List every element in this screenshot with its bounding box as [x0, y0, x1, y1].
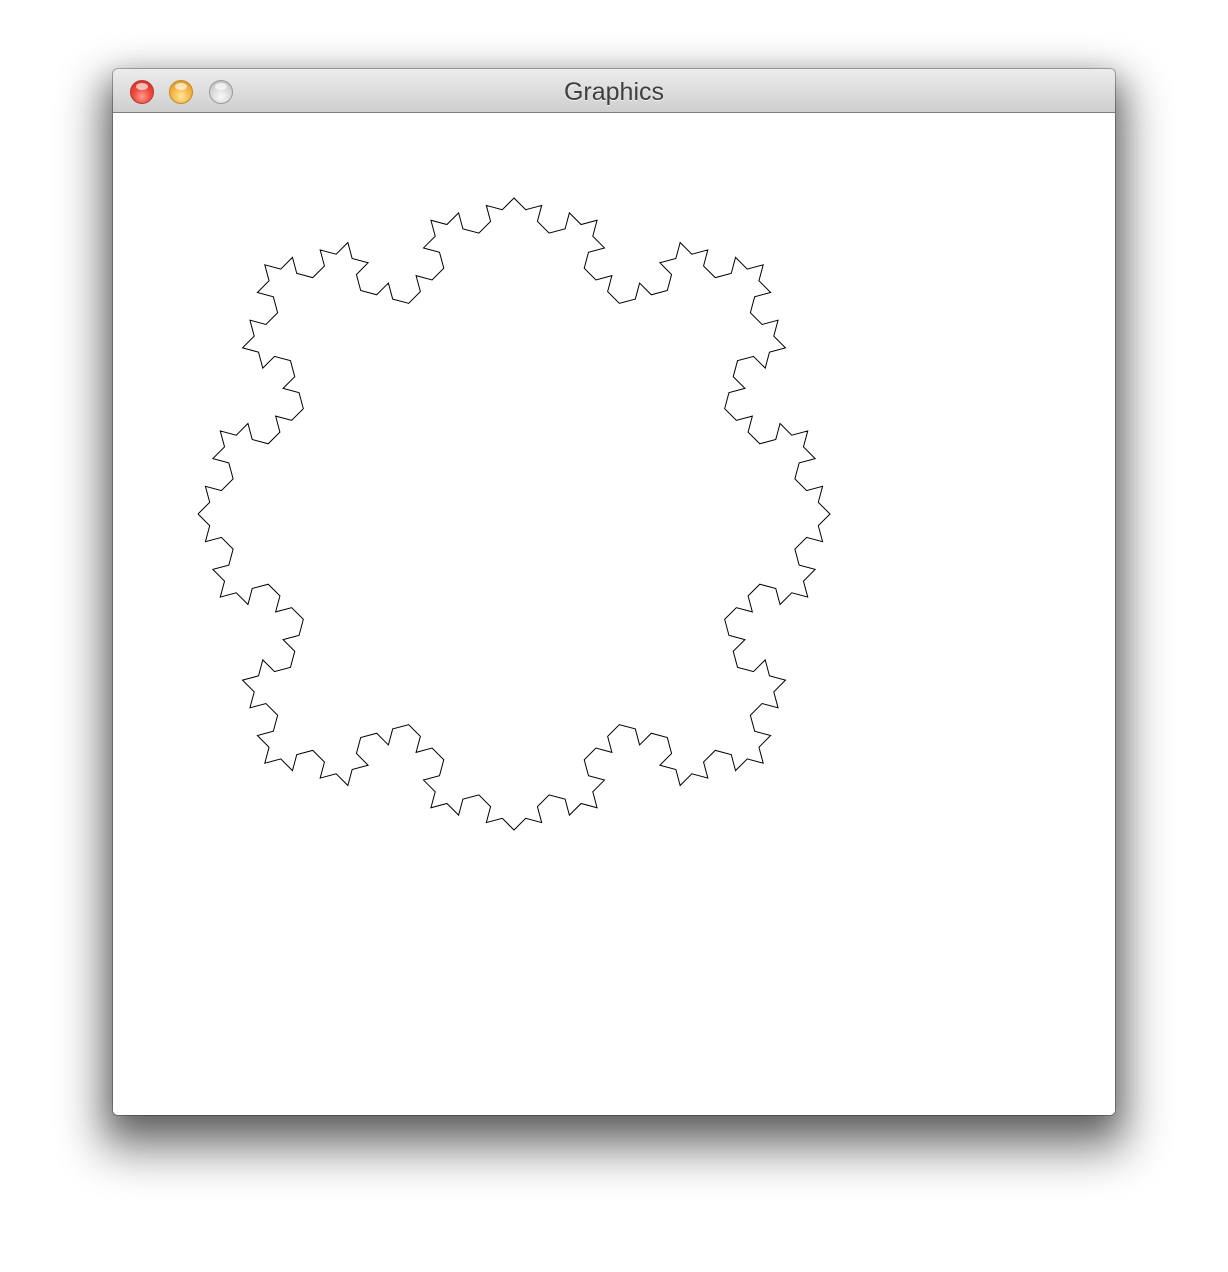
window-title: Graphics [563, 78, 665, 106]
fractal-drawing [197, 197, 831, 831]
title-bar[interactable]: Graphics [113, 69, 1115, 113]
graphics-window: Graphics [113, 69, 1115, 1115]
graphics-canvas[interactable] [113, 113, 1115, 1115]
koch-fractal-outline [197, 197, 831, 831]
